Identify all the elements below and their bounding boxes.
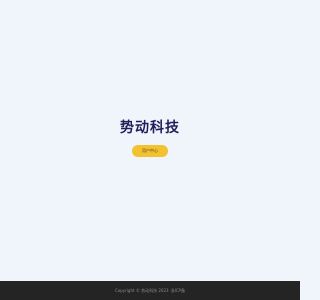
user-center-button[interactable]: 用户中心 (132, 145, 168, 157)
hero-section: 势动科技 用户中心 (0, 118, 300, 157)
icp-link[interactable]: 浙ICP备 (171, 288, 185, 294)
footer-copyright: Copyright © 势动科技 2023 (115, 287, 169, 293)
footer: Copyright © 势动科技 2023 浙ICP备 (0, 281, 300, 300)
brand-title: 势动科技 (120, 120, 180, 136)
